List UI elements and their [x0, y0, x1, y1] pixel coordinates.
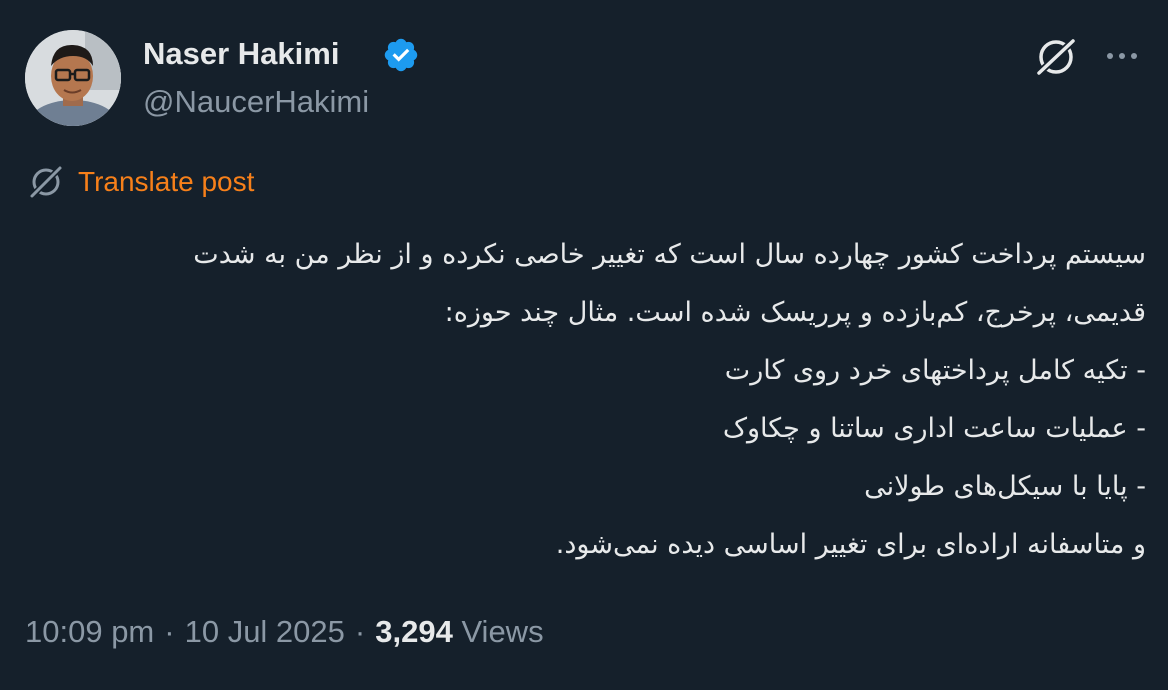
- grok-button[interactable]: [1034, 37, 1078, 77]
- avatar-photo: [25, 30, 121, 126]
- views-count[interactable]: 3,294: [375, 614, 453, 649]
- translate-post-button[interactable]: Translate post: [26, 162, 254, 202]
- post-line: - پایا با سیکل‌های طولانی: [864, 471, 1146, 502]
- avatar[interactable]: [25, 30, 121, 126]
- grok-icon: [1035, 37, 1077, 77]
- post-line: سیستم پرداخت کشور چهارده سال است که تغیی…: [193, 239, 1146, 270]
- more-dots-icon: [1107, 53, 1137, 59]
- post-line: - تکیه کامل پرداختهای خرد روی کارت: [724, 355, 1146, 386]
- views-label: Views: [461, 614, 544, 649]
- post-line: و متاسفانه اراده‌ای برای تغییر اساسی دید…: [555, 529, 1146, 560]
- verified-badge-icon: [384, 38, 418, 72]
- post-line: - عملیات ساعت اداری ساتنا و چکاوک: [722, 413, 1146, 444]
- author-display-name[interactable]: Naser Hakimi: [143, 36, 339, 72]
- more-button[interactable]: [1102, 42, 1142, 70]
- post-line: قدیمی، پرخرج، کم‌بازده و پرریسک شده است.…: [444, 297, 1146, 328]
- post-text: سیستم پرداخت کشور چهارده سال است که تغیی…: [60, 226, 1146, 574]
- separator: ·: [354, 614, 366, 649]
- post-time[interactable]: 10:09 pm: [25, 614, 154, 649]
- post-meta: 10:09 pm · 10 Jul 2025 · 3,294 Views: [25, 612, 544, 652]
- author-handle[interactable]: @NaucerHakimi: [143, 84, 369, 120]
- translate-post-label: Translate post: [78, 166, 255, 197]
- grok-icon: [28, 164, 64, 200]
- post-date[interactable]: 10 Jul 2025: [185, 614, 345, 649]
- separator: ·: [164, 614, 175, 649]
